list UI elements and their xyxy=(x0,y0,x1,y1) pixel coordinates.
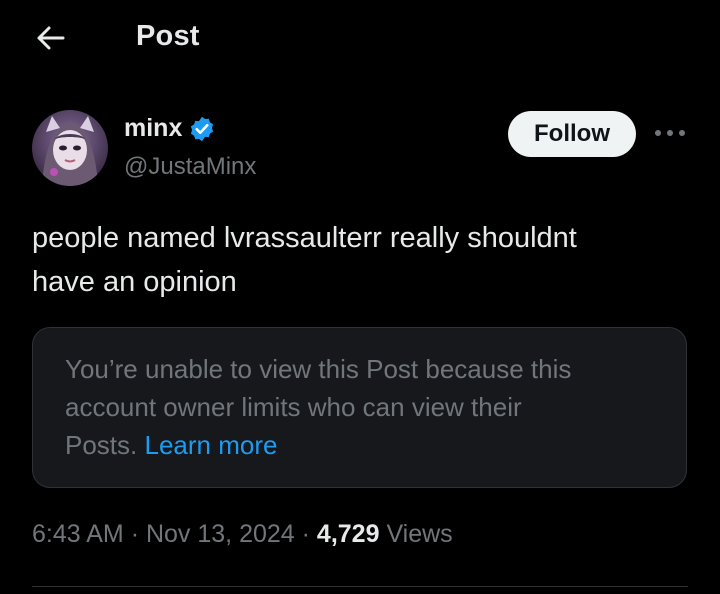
post-date[interactable]: Nov 13, 2024 xyxy=(146,520,295,548)
avatar[interactable] xyxy=(32,110,108,186)
views-count: 4,729 xyxy=(316,520,380,548)
meta-separator: · xyxy=(130,520,140,548)
follow-button[interactable]: Follow xyxy=(508,111,636,157)
author-display-name[interactable]: minx xyxy=(124,114,216,143)
post-meta: 6:43 AM · Nov 13, 2024 · 4,729 Views xyxy=(32,520,453,549)
views-label: Views xyxy=(386,520,453,548)
notice-line-prefix: Posts. xyxy=(65,430,145,460)
notice-line-last: Posts. Learn more xyxy=(65,426,665,464)
verified-badge-icon xyxy=(188,115,216,143)
arrow-left-icon xyxy=(37,26,65,50)
more-options-button[interactable] xyxy=(652,118,688,148)
divider xyxy=(32,586,688,587)
post-text: people named lvrassaulterr really should… xyxy=(32,216,692,304)
post-text-line: people named lvrassaulterr really should… xyxy=(32,222,577,254)
notice-line: You’re unable to view this Post because … xyxy=(65,354,572,384)
limited-visibility-notice: You’re unable to view this Post because … xyxy=(32,327,687,488)
more-horizontal-icon xyxy=(655,130,685,136)
learn-more-link[interactable]: Learn more xyxy=(144,430,277,460)
author-name-text: minx xyxy=(124,114,183,142)
notice-text: You’re unable to view this Post because … xyxy=(65,350,665,464)
back-button[interactable] xyxy=(30,20,70,56)
post-time[interactable]: 6:43 AM xyxy=(32,520,124,548)
post-text-line: have an opinion xyxy=(32,266,237,298)
top-bar: Post xyxy=(0,0,720,78)
meta-separator: · xyxy=(301,520,310,548)
author-handle[interactable]: @JustaMinx xyxy=(124,153,256,181)
avatar-image xyxy=(32,110,108,186)
notice-line: account owner limits who can view their xyxy=(65,392,522,422)
page-title: Post xyxy=(136,20,200,52)
